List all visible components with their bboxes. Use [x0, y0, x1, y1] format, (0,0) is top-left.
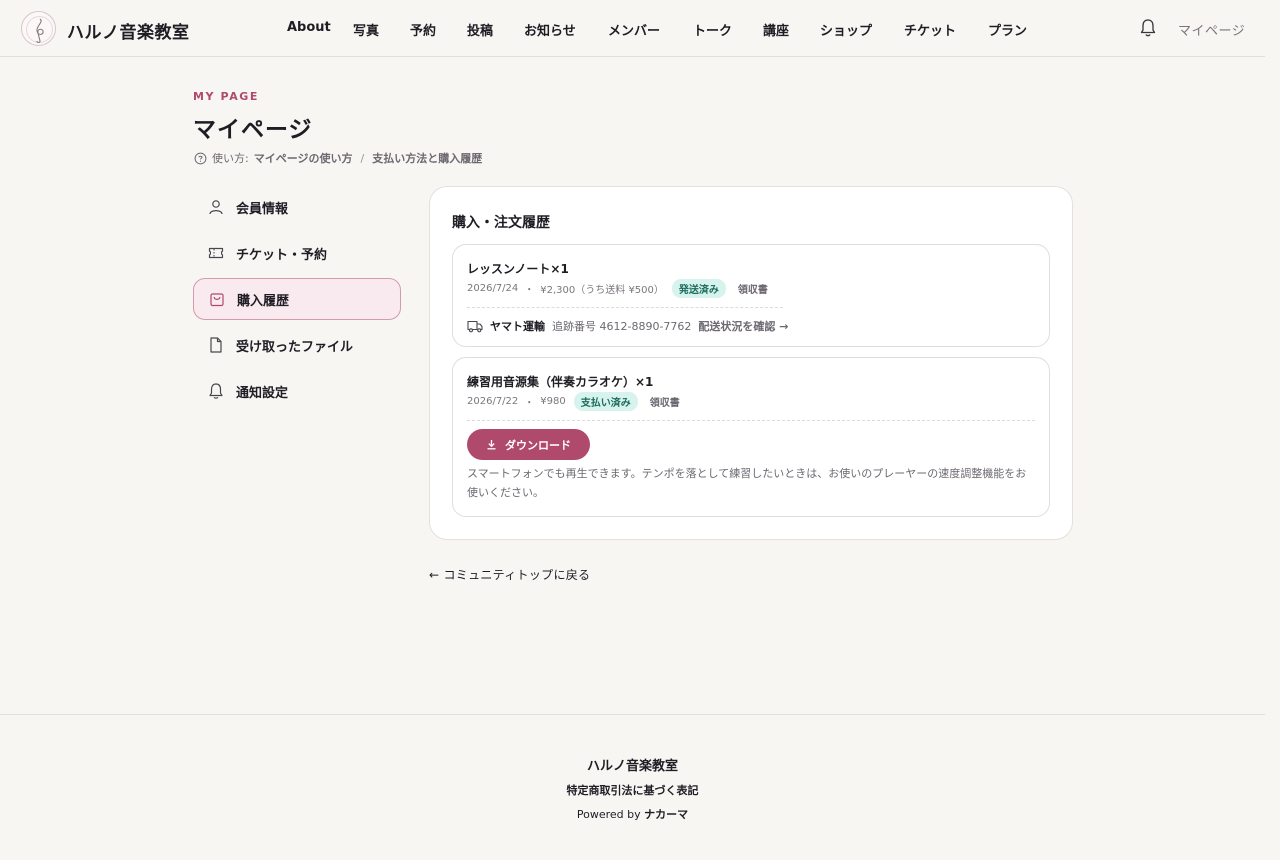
howto-prefix: 使い方:: [212, 152, 249, 165]
truck-icon: [467, 320, 483, 333]
sidebar-item-received-files[interactable]: 受け取ったファイル: [193, 324, 401, 366]
download-button[interactable]: ダウンロード: [467, 429, 590, 460]
shopping-bag-icon: [210, 293, 224, 307]
nav-news[interactable]: お知らせ: [524, 20, 576, 39]
sidebar-item-label: 通知設定: [236, 385, 289, 401]
nav-courses[interactable]: 講座: [763, 20, 789, 39]
help-circle-icon: [194, 152, 207, 164]
order-title: レッスンノート×1: [467, 262, 569, 276]
howto-link-mypage[interactable]: マイページの使い方: [254, 150, 353, 166]
meta-dot: ・: [524, 284, 535, 296]
powered-prefix: Powered by: [576, 808, 641, 821]
download-label: ダウンロード: [505, 438, 571, 452]
user-icon: [209, 200, 223, 215]
file-icon: [210, 337, 222, 353]
download-note: スマートフォンでも再生できます。テンポを落として練習したいときは、お使いのプレー…: [467, 467, 1027, 499]
footer-brand: ハルノ音楽教室: [586, 759, 678, 774]
mypage-link[interactable]: マイページ: [1178, 20, 1245, 39]
nav-plans[interactable]: プラン: [988, 20, 1027, 39]
nav-booking[interactable]: 予約: [410, 20, 436, 39]
bell-icon[interactable]: [1139, 18, 1157, 38]
sidebar-item-notification-settings[interactable]: 通知設定: [193, 370, 401, 412]
brand-name[interactable]: ハルノ音楽教室: [67, 18, 190, 43]
bell-icon: [209, 383, 223, 399]
breadcrumb-separator: /: [360, 151, 365, 165]
order-price: ¥980: [540, 395, 566, 407]
divider: [467, 420, 1035, 421]
status-badge: 発送済み: [671, 278, 726, 298]
nav-talk[interactable]: トーク: [693, 20, 732, 39]
receipt-link[interactable]: 領収書: [650, 394, 680, 409]
sidebar-item-label: 受け取ったファイル: [236, 339, 354, 355]
page-eyebrow: MY PAGE: [193, 90, 260, 103]
tracking-number: 追跡番号 4612-8890-7762: [552, 320, 692, 333]
divider: [467, 307, 783, 308]
page-title: マイページ: [193, 117, 313, 143]
site-footer: ハルノ音楽教室 特定商取引法に基づく表記 Powered by ナカーマ: [0, 714, 1265, 860]
howto-link-payment[interactable]: 支払い方法と購入履歴: [372, 150, 482, 166]
legal-notice-link[interactable]: 特定商取引法に基づく表記: [0, 782, 1265, 798]
nav-photos[interactable]: 写真: [353, 20, 379, 39]
status-badge: 支払い済み: [573, 391, 638, 411]
nav-about[interactable]: About: [287, 20, 331, 35]
order-meta: 2026/7/24 ・ ¥2,300（うち送料 ¥500） 発送済み 領収書: [467, 278, 768, 298]
treble-clef-logo-icon[interactable]: [21, 11, 56, 46]
back-to-community-link[interactable]: ← コミュニティトップに戻る: [429, 566, 590, 583]
check-delivery-link[interactable]: 配送状況を確認 →: [698, 318, 788, 334]
howto-breadcrumb: 使い方: マイページの使い方 / 支払い方法と購入履歴: [194, 150, 482, 166]
site-header: ハルノ音楽教室 About 写真 予約 投稿 お知らせ メンバー トーク 講座 …: [0, 0, 1265, 57]
order-date: 2026/7/24: [467, 282, 519, 294]
download-icon: [487, 440, 496, 450]
powered-brand[interactable]: ナカーマ: [644, 808, 688, 821]
order-price: ¥2,300（うち送料 ¥500）: [540, 284, 664, 296]
section-title: 購入・注文履歴: [452, 215, 550, 231]
order-item: 練習用音源集（伴奏カラオケ）×1 2026/7/22 ・ ¥980 支払い済み …: [452, 357, 1050, 517]
sidebar-item-label: 購入履歴: [237, 293, 290, 309]
meta-dot: ・: [524, 397, 535, 409]
order-date: 2026/7/22: [467, 395, 519, 407]
nav-shop[interactable]: ショップ: [820, 20, 872, 39]
nav-members[interactable]: メンバー: [608, 20, 660, 39]
purchase-history-card: 購入・注文履歴 レッスンノート×1 2026/7/24 ・ ¥2,300（うち送…: [429, 186, 1073, 540]
sidebar-item-purchase-history[interactable]: 購入履歴: [193, 278, 401, 320]
order-item: レッスンノート×1 2026/7/24 ・ ¥2,300（うち送料 ¥500） …: [452, 244, 1050, 347]
sidebar-item-tickets[interactable]: チケット・予約: [193, 232, 401, 274]
nav-tickets[interactable]: チケット: [904, 20, 956, 39]
powered-by: Powered by ナカーマ: [0, 806, 1265, 822]
nav-posts[interactable]: 投稿: [467, 20, 493, 39]
shipping-info: ヤマト運輸 追跡番号 4612-8890-7762 配送状況を確認 →: [467, 317, 788, 335]
carrier-name: ヤマト運輸: [490, 320, 545, 333]
sidebar-item-member-info[interactable]: 会員情報: [193, 186, 401, 228]
receipt-link[interactable]: 領収書: [738, 281, 768, 296]
sidebar-item-label: 会員情報: [236, 201, 289, 217]
sidebar-item-label: チケット・予約: [236, 247, 328, 263]
order-meta: 2026/7/22 ・ ¥980 支払い済み 領収書: [467, 391, 680, 411]
order-title: 練習用音源集（伴奏カラオケ）×1: [467, 375, 654, 389]
ticket-icon: [208, 247, 224, 259]
